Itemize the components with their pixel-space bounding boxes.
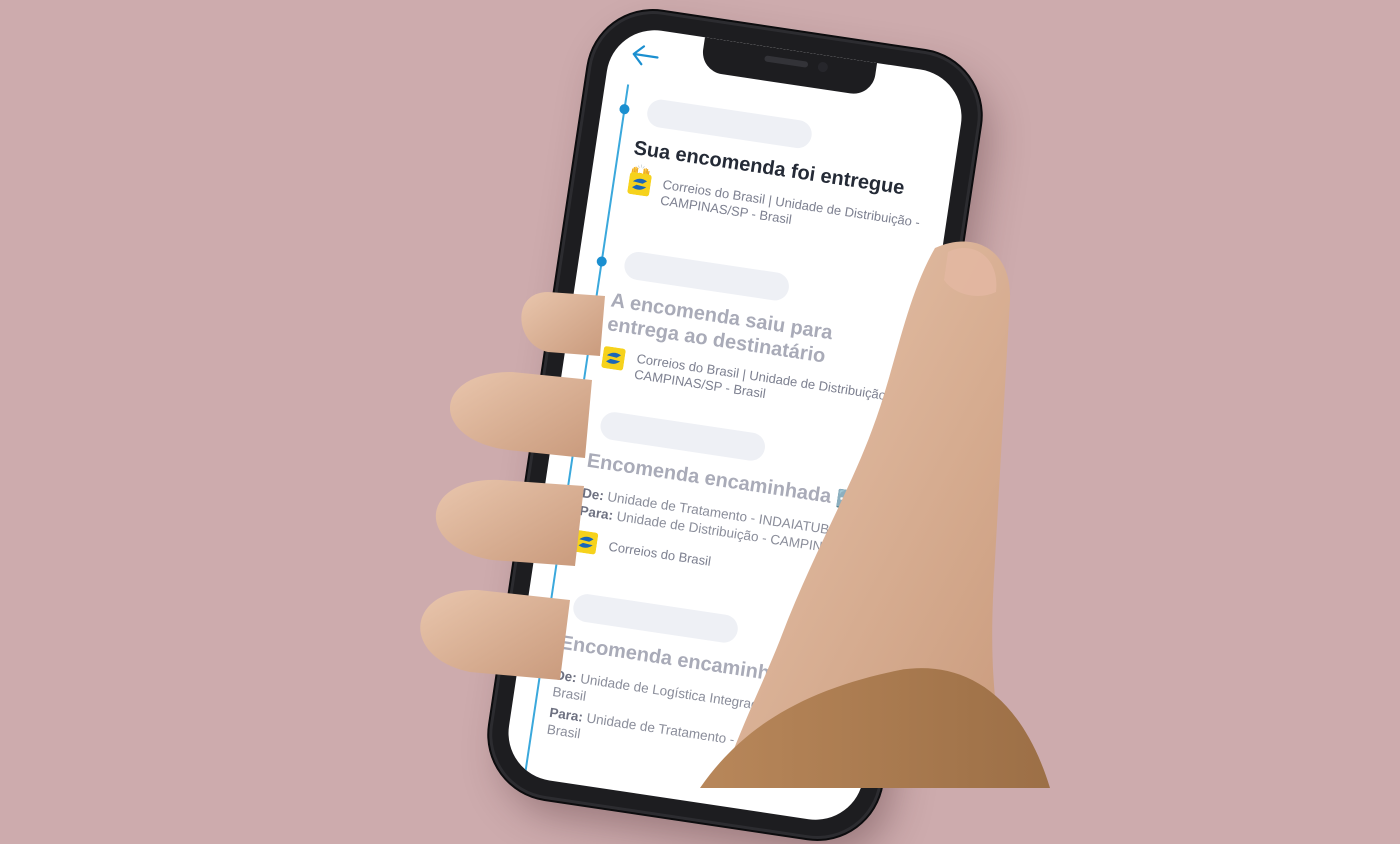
route-to-label: Para: <box>578 503 615 523</box>
smartphone: Sua encomenda foi entregue 🙌 Correios do… <box>483 5 987 844</box>
timeline-dot <box>596 255 608 268</box>
arrow-right-emoji: ➡️ <box>807 670 832 693</box>
correios-logo-icon <box>601 346 626 371</box>
arrow-truck-box-emoji: ➡️🚚📦 <box>835 488 901 518</box>
timeline-dot <box>618 103 631 115</box>
phone-screen: Sua encomenda foi entregue 🙌 Correios do… <box>501 23 969 827</box>
correios-logo-icon <box>627 172 652 197</box>
arrow-left-icon <box>632 45 659 66</box>
speaker-grille <box>764 55 809 68</box>
route-from-continuation: Brasil <box>551 684 588 704</box>
correios-logo-icon <box>573 530 599 555</box>
back-button[interactable] <box>630 43 661 69</box>
front-camera <box>817 61 829 73</box>
route-to-continuation: Brasil <box>545 721 582 742</box>
photo-scene: Sua encomenda foi entregue 🙌 Correios do… <box>0 0 1400 844</box>
route-from-label: De: <box>581 485 605 504</box>
timeline-dot <box>544 598 557 610</box>
route-from-label: De: <box>554 667 578 686</box>
timeline-dot <box>572 416 584 428</box>
